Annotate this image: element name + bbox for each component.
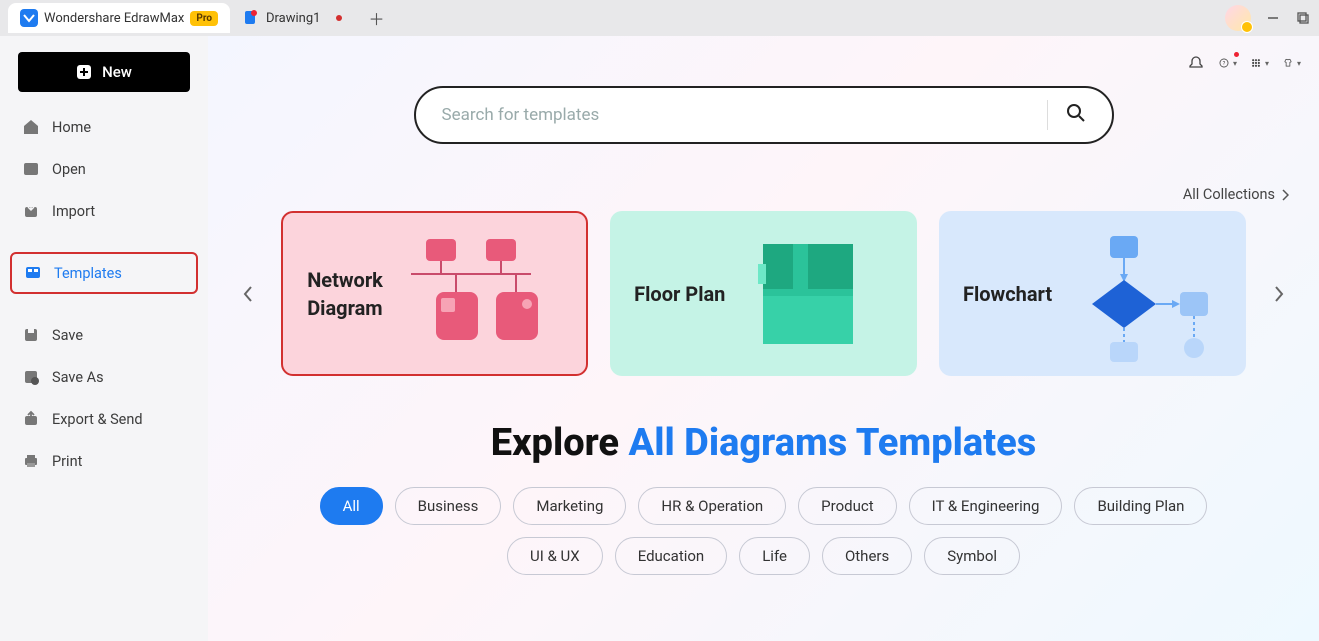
chip-hr-operation[interactable]: HR & Operation [638, 487, 786, 525]
main-area: ? All Collections NetworkDiagram [208, 36, 1319, 641]
carousel-prev-button[interactable] [236, 282, 259, 306]
network-art-icon [401, 234, 562, 354]
chip-education[interactable]: Education [615, 537, 728, 575]
card-flowchart[interactable]: Flowchart [939, 211, 1246, 376]
chip-product[interactable]: Product [798, 487, 896, 525]
apps-icon[interactable] [1251, 54, 1269, 72]
explore-section: Explore All Diagrams Templates All Busin… [208, 421, 1319, 575]
home-icon [22, 118, 40, 136]
tab-drawing1-label: Drawing1 [266, 11, 320, 26]
chip-symbol[interactable]: Symbol [924, 537, 1020, 575]
card-title: NetworkDiagram [307, 266, 383, 322]
tab-add-button[interactable]: ＋ [362, 4, 390, 32]
card-floor-plan[interactable]: Floor Plan [610, 211, 917, 376]
chip-building-plan[interactable]: Building Plan [1074, 487, 1207, 525]
notifications-icon[interactable] [1187, 54, 1205, 72]
sidebar: New Home Open Import Templates Save Save… [0, 36, 208, 641]
help-icon[interactable]: ? [1219, 54, 1237, 72]
carousel-next-button[interactable] [1268, 282, 1291, 306]
chip-all[interactable]: All [320, 487, 383, 525]
import-icon [22, 202, 40, 220]
templates-icon [24, 264, 42, 282]
sidebar-item-print[interactable]: Print [10, 442, 198, 480]
shirt-icon[interactable] [1283, 54, 1301, 72]
sidebar-item-save[interactable]: Save [10, 316, 198, 354]
save-as-icon [22, 368, 40, 386]
tab-drawing1[interactable]: Drawing1 [230, 3, 354, 33]
topbar: ? [1187, 54, 1301, 72]
folder-icon [22, 160, 40, 178]
sidebar-item-label: Save As [52, 369, 104, 386]
titlebar: Wondershare EdrawMax Pro Drawing1 ＋ [0, 0, 1319, 36]
chip-business[interactable]: Business [395, 487, 502, 525]
sidebar-item-save-as[interactable]: Save As [10, 358, 198, 396]
search-button[interactable] [1066, 103, 1086, 127]
search-icon [1066, 103, 1086, 123]
titlebar-right [1225, 5, 1311, 31]
chevron-left-icon [242, 285, 254, 303]
sidebar-item-open[interactable]: Open [10, 150, 198, 188]
sidebar-item-home[interactable]: Home [10, 108, 198, 146]
chip-ui-ux[interactable]: UI & UX [507, 537, 603, 575]
card-title: Floor Plan [634, 280, 725, 308]
plus-icon [76, 64, 92, 80]
sidebar-item-label: Templates [54, 265, 122, 282]
document-icon [242, 9, 260, 27]
app-logo-icon [20, 9, 38, 27]
save-icon [22, 326, 40, 344]
flowchart-art-icon [1070, 234, 1222, 354]
all-collections-link[interactable]: All Collections [1183, 186, 1289, 203]
tab-app-label: Wondershare EdrawMax [44, 11, 184, 26]
sidebar-item-label: Save [52, 327, 83, 344]
all-collections-label: All Collections [1183, 186, 1275, 203]
floorplan-art-icon [743, 234, 893, 354]
window-minimize-button[interactable] [1265, 10, 1281, 26]
chip-marketing[interactable]: Marketing [513, 487, 626, 525]
search-input[interactable] [442, 105, 1029, 125]
new-button[interactable]: New [18, 52, 190, 92]
avatar[interactable] [1225, 5, 1251, 31]
template-carousel: NetworkDiagram Floor Plan Flowchart [208, 211, 1319, 376]
search-bar [414, 86, 1114, 144]
search-divider [1047, 100, 1048, 130]
sidebar-item-export[interactable]: Export & Send [10, 400, 198, 438]
sidebar-item-templates[interactable]: Templates [10, 252, 198, 294]
chip-it-engineering[interactable]: IT & Engineering [909, 487, 1063, 525]
tab-app[interactable]: Wondershare EdrawMax Pro [8, 3, 230, 33]
sidebar-item-import[interactable]: Import [10, 192, 198, 230]
sidebar-item-label: Import [52, 203, 95, 220]
explore-heading: Explore All Diagrams Templates [208, 421, 1319, 465]
card-title: Flowchart [963, 280, 1052, 308]
sidebar-item-label: Open [52, 161, 86, 178]
export-icon [22, 410, 40, 428]
chevron-right-icon [1281, 189, 1289, 201]
svg-text:?: ? [1223, 61, 1226, 67]
new-button-label: New [102, 63, 132, 81]
sidebar-item-label: Print [52, 453, 82, 470]
sidebar-item-label: Export & Send [52, 411, 143, 428]
sidebar-item-label: Home [52, 119, 91, 136]
filter-chips: All Business Marketing HR & Operation Pr… [208, 487, 1319, 575]
chip-life[interactable]: Life [739, 537, 810, 575]
window-maximize-button[interactable] [1295, 10, 1311, 26]
print-icon [22, 452, 40, 470]
pro-badge: Pro [190, 11, 218, 26]
chevron-right-icon [1273, 285, 1285, 303]
unsaved-dot-icon [336, 15, 342, 21]
card-network-diagram[interactable]: NetworkDiagram [281, 211, 588, 376]
chip-others[interactable]: Others [822, 537, 912, 575]
